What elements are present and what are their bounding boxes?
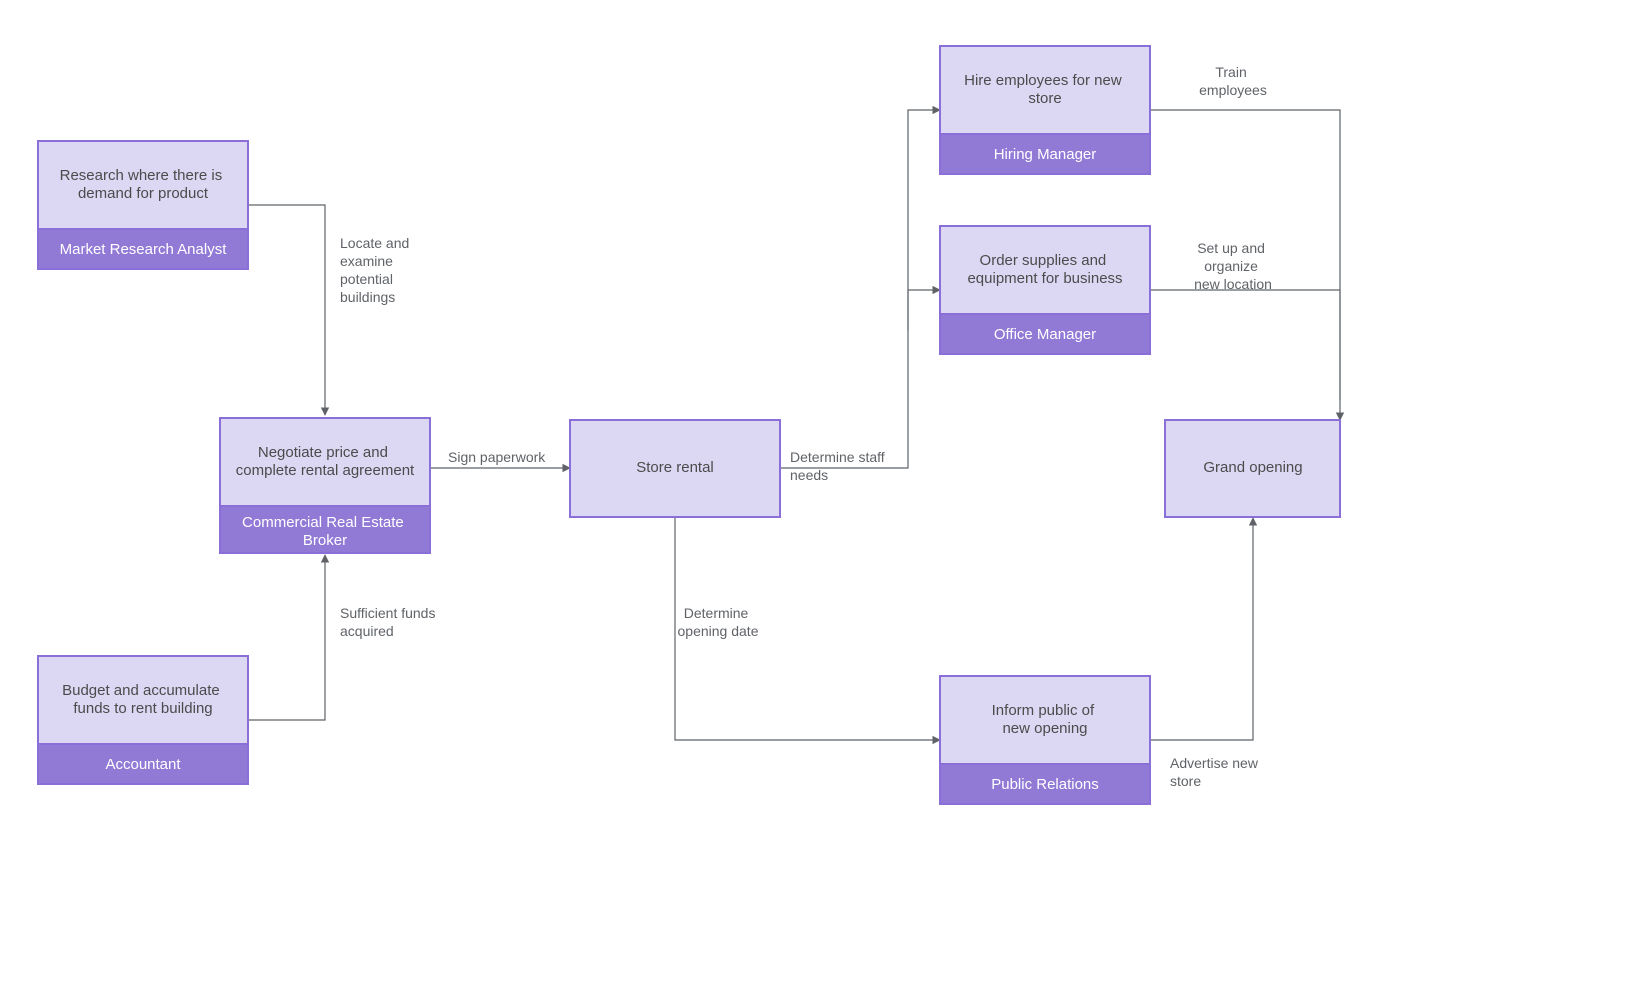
svg-text:Set up and organize: Set up and organize new location — [1194, 240, 1272, 292]
edge-locate-buildings: Locate and examine potential buildings — [247, 205, 413, 415]
edge-label-line: potential — [340, 271, 393, 287]
edge-label-line: buildings — [340, 289, 395, 305]
node-task-line: demand for product — [78, 185, 209, 202]
edge-label-line: needs — [790, 467, 828, 483]
node-task-line: complete rental agreement — [236, 462, 415, 479]
node-public-relations: Inform public of new opening Public Rela… — [940, 676, 1150, 804]
edge-label-line: Sufficient funds — [340, 605, 435, 621]
node-task-line: Hire employees for new — [964, 72, 1122, 89]
edge-label-line: Determine — [684, 605, 749, 621]
node-task-line: Budget and accumulate — [62, 682, 220, 699]
node-role: Accountant — [105, 756, 181, 773]
svg-text:Determine opening date: Determine opening date — [678, 605, 759, 639]
node-task-line: new opening — [1002, 720, 1087, 737]
node-role-line: Broker — [303, 532, 347, 549]
svg-text:Advertise new store: Advertise new store — [1170, 755, 1262, 789]
node-task-line: Inform public of — [992, 702, 1095, 719]
edge-label-sign: Sign paperwork — [448, 449, 546, 465]
edge-opening-date: Determine opening date — [675, 517, 940, 740]
node-task-line: Research where there is — [60, 167, 223, 184]
node-office-manager: Order supplies and equipment for busines… — [940, 226, 1150, 354]
svg-text:Negotiate price and comp: Negotiate price and complete rental agre… — [236, 444, 415, 479]
node-role: Hiring Manager — [994, 146, 1097, 163]
node-role: Office Manager — [994, 326, 1096, 343]
svg-text:Budget and accumulate fu: Budget and accumulate funds to rent buil… — [62, 682, 224, 717]
node-market-research: Research where there is demand for produ… — [38, 141, 248, 269]
edge-label-line: acquired — [340, 623, 394, 639]
node-task: Grand opening — [1203, 459, 1302, 476]
node-task-line: Order supplies and — [980, 252, 1107, 269]
edge-label-line: Locate and — [340, 235, 409, 251]
edge-label-line: examine — [340, 253, 393, 269]
svg-text:Determine staff needs: Determine staff needs — [790, 449, 889, 483]
edge-staff-needs — [778, 110, 940, 468]
node-grand-opening: Grand opening — [1165, 420, 1340, 517]
edge-label-line: organize — [1204, 258, 1258, 274]
node-role-line: Commercial Real Estate — [242, 514, 404, 531]
svg-text:Train employees: Train employees — [1199, 64, 1267, 98]
node-task-line: Negotiate price and — [258, 444, 388, 461]
edge-label-line: Advertise new — [1170, 755, 1259, 771]
node-hiring-manager: Hire employees for new store Hiring Mana… — [940, 46, 1150, 174]
edge-label-line: Set up and — [1197, 240, 1265, 256]
edge-sufficient-funds: Sufficient funds acquired — [247, 555, 439, 720]
node-accountant: Budget and accumulate funds to rent buil… — [38, 656, 248, 784]
svg-text:Locate and examine: Locate and examine potential buildings — [340, 235, 413, 305]
node-task-line: funds to rent building — [73, 700, 212, 717]
svg-text:Sufficient funds acquire: Sufficient funds acquired — [340, 605, 439, 639]
edge-label-line: Determine staff — [790, 449, 885, 465]
node-task-line: equipment for business — [967, 270, 1122, 287]
edge-label-line: employees — [1199, 82, 1267, 98]
edge-sign-paperwork: Sign paperwork — [430, 449, 570, 468]
svg-text:Research where there is: Research where there is demand for produ… — [60, 167, 227, 202]
node-role: Market Research Analyst — [60, 241, 228, 258]
edge-label-line: store — [1170, 773, 1201, 789]
edge-label-line: new location — [1194, 276, 1272, 292]
node-role: Public Relations — [991, 776, 1099, 793]
edge-setup-location: Set up and organize new location — [1148, 240, 1340, 400]
node-store-rental: Store rental — [570, 420, 780, 517]
svg-text:Order supplies and equip: Order supplies and equipment for busines… — [967, 252, 1122, 287]
edge-advertise: Advertise new store — [1148, 518, 1262, 789]
svg-text:Inform public of new ope: Inform public of new opening — [992, 702, 1099, 737]
edge-label-line: opening date — [678, 623, 759, 639]
node-broker: Negotiate price and complete rental agre… — [220, 418, 430, 553]
edge-label-line: Train — [1215, 64, 1246, 80]
node-task-line: store — [1028, 90, 1061, 107]
edge-to-office-manager: Determine staff needs — [790, 290, 940, 483]
node-task: Store rental — [636, 459, 714, 476]
